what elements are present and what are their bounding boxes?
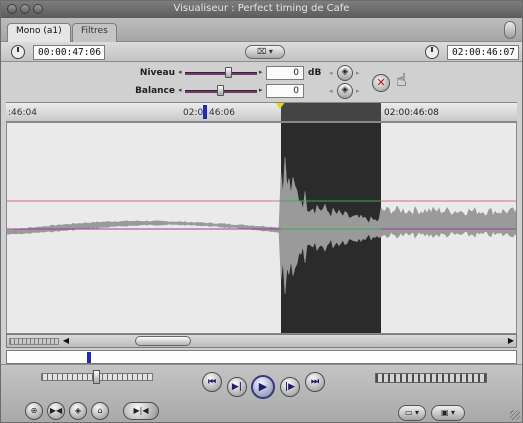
level-keyframe-button[interactable]: ◈ <box>337 65 353 81</box>
generator-menu-button[interactable]: ▣ ▾ <box>431 405 465 421</box>
viewer-window: Visualiseur : Perfect timing de Cafe Mon… <box>0 0 523 423</box>
balance-increase-arrow-icon[interactable]: ▸ <box>259 86 263 94</box>
playhead-ruler-marker[interactable] <box>203 105 207 119</box>
level-slider-knob[interactable] <box>225 67 232 78</box>
level-slider-track[interactable] <box>185 72 257 75</box>
ruler-label-2: 02:0 <box>183 108 204 118</box>
balance-label: Balance <box>135 86 175 96</box>
timeline-ruler[interactable]: :46:04 02:0 46:06 02:00:46:08 <box>6 102 517 122</box>
scrubber-playhead[interactable] <box>87 352 91 363</box>
reset-button[interactable]: ✕ <box>372 74 390 92</box>
tab-strip: Mono (a1) Filtres <box>1 18 522 42</box>
tab-filtres[interactable]: Filtres <box>72 23 117 42</box>
audio-controls: Niveau ◂ ▸ 0 dB ◂ ◈ ▸ Balance ◂ ▸ 0 ◂ ◈ … <box>1 62 522 102</box>
level-label: Niveau <box>139 68 175 78</box>
title-bar[interactable]: Visualiseur : Perfect timing de Cafe <box>1 1 522 18</box>
timecode-bar: 00:00:47:06 ⌧ ▾ 02:00:46:07 <box>1 42 522 62</box>
mark-clip-button[interactable]: ◈ <box>69 402 87 420</box>
balance-slider-knob[interactable] <box>217 85 224 96</box>
selection-range-ruler <box>281 103 381 121</box>
scroll-right-arrow-icon[interactable]: ▶ <box>506 336 516 346</box>
next-keyframe-balance-icon[interactable]: ▸ <box>356 87 360 95</box>
next-edit-button[interactable]: ⏭ <box>305 372 325 392</box>
ruler-label-1: :46:04 <box>8 108 37 118</box>
ruler-label-4: 02:00:46:08 <box>384 108 439 118</box>
balance-value-field[interactable]: 0 <box>266 84 304 98</box>
level-unit-label: dB <box>308 68 322 78</box>
view-options-menu-button[interactable]: ⌧ ▾ <box>245 45 285 59</box>
waveform-graphic <box>7 123 516 333</box>
prev-keyframe-balance-icon[interactable]: ◂ <box>329 87 333 95</box>
audio-waveform <box>7 156 516 294</box>
jog-control[interactable] <box>375 373 487 383</box>
scrubber-bar[interactable] <box>6 350 517 364</box>
drag-hand-icon[interactable]: ☝ <box>396 70 407 91</box>
window-title: Visualiseur : Perfect timing de Cafe <box>173 3 350 14</box>
mark-in-button[interactable]: ▶◀ <box>47 402 65 420</box>
current-timecode-field[interactable]: 02:00:46:07 <box>447 45 519 60</box>
level-value-field[interactable]: 0 <box>266 66 304 80</box>
prev-keyframe-level-icon[interactable]: ◂ <box>329 69 333 77</box>
balance-keyframe-button[interactable]: ◈ <box>337 83 353 99</box>
horizontal-scrollbar[interactable]: ◀ ▶ <box>6 334 517 348</box>
in-point-marker[interactable] <box>275 103 285 109</box>
match-frame-button[interactable]: ▶|◀ <box>123 402 159 420</box>
transport-controls: ⏮ ▶| ▶ |▶ ⏭ ⊕ ▶◀ ◈ ⌂ ▶|◀ ▭ ▾ ▣ ▾ <box>1 364 522 422</box>
playhead-sync-menu-button[interactable]: ▭ ▾ <box>398 405 426 421</box>
add-marker-button[interactable]: ⌂ <box>91 402 109 420</box>
duration-timecode-field[interactable]: 00:00:47:06 <box>33 45 105 60</box>
tab-mono-a1[interactable]: Mono (a1) <box>7 23 71 42</box>
ruler-label-3: 46:06 <box>209 108 235 118</box>
zoom-slider[interactable] <box>9 338 59 345</box>
waveform-display[interactable] <box>6 122 517 334</box>
toolbar-toggle-button[interactable] <box>504 21 516 39</box>
shuttle-knob[interactable] <box>93 370 100 384</box>
scroll-left-arrow-icon[interactable]: ◀ <box>61 336 71 346</box>
level-decrease-arrow-icon[interactable]: ◂ <box>178 68 182 76</box>
play-around-button[interactable]: |▶ <box>280 377 300 397</box>
duration-clock-icon <box>11 45 25 59</box>
play-button[interactable]: ▶ <box>251 375 275 399</box>
balance-decrease-arrow-icon[interactable]: ◂ <box>178 86 182 94</box>
resize-grip-icon[interactable] <box>510 410 520 420</box>
current-time-clock-icon <box>425 45 439 59</box>
next-keyframe-level-icon[interactable]: ▸ <box>356 69 360 77</box>
scrollbar-thumb[interactable] <box>135 336 191 346</box>
insert-clip-button[interactable]: ⊕ <box>25 402 43 420</box>
play-in-out-button[interactable]: ▶| <box>227 377 247 397</box>
level-increase-arrow-icon[interactable]: ▸ <box>259 68 263 76</box>
prev-edit-button[interactable]: ⏮ <box>202 372 222 392</box>
